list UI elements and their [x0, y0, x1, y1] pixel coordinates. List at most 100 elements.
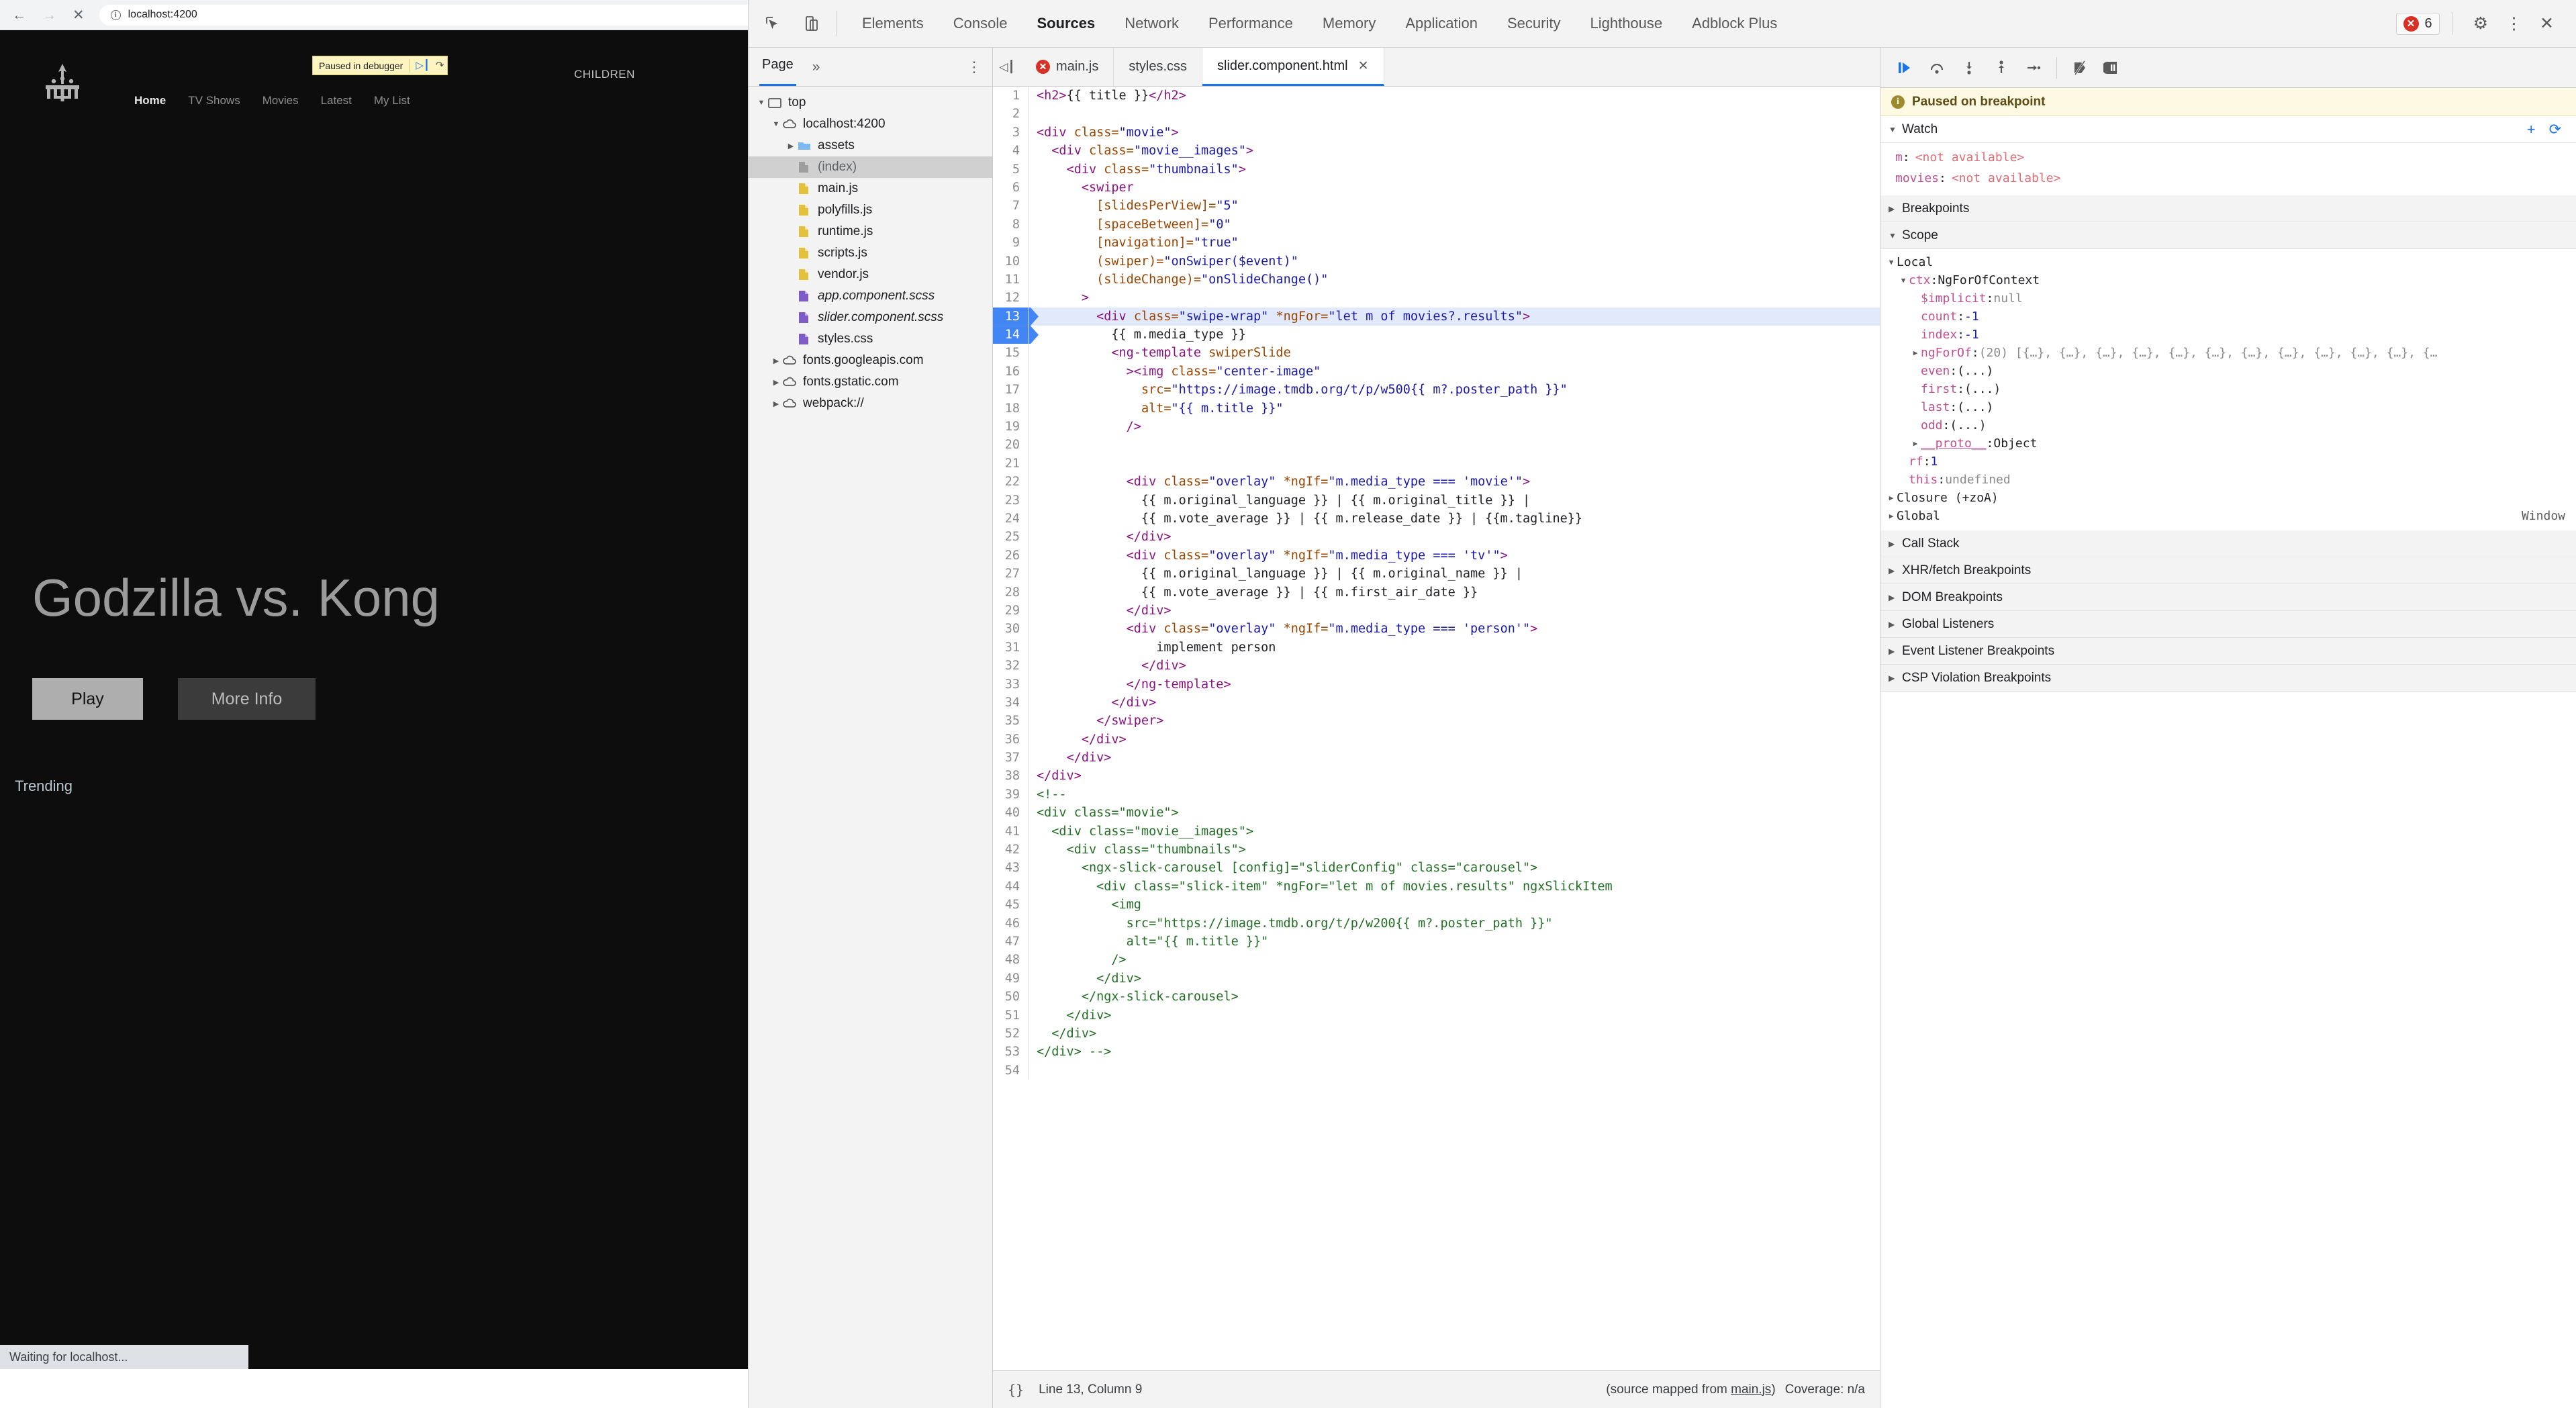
- file-tree-item-app-component-scss[interactable]: ▶app.component.scss: [749, 285, 992, 307]
- code-line[interactable]: 18 alt="{{ m.title }}": [993, 399, 1880, 418]
- line-number[interactable]: 20: [993, 436, 1028, 454]
- step-over-icon[interactable]: ↷: [436, 60, 444, 71]
- line-number[interactable]: 48: [993, 951, 1028, 969]
- tab-performance[interactable]: Performance: [1194, 0, 1308, 47]
- code-line[interactable]: 32 </div>: [993, 657, 1880, 675]
- line-number[interactable]: 38: [993, 767, 1028, 785]
- code-line[interactable]: 35 </swiper>: [993, 712, 1880, 731]
- code-line[interactable]: 22 <div class="overlay" *ngIf="m.media_t…: [993, 473, 1880, 491]
- step-into-button[interactable]: [1953, 52, 1985, 84]
- gear-icon[interactable]: ⚙: [2465, 13, 2497, 34]
- nav-item-latest[interactable]: Latest: [321, 94, 352, 107]
- line-number[interactable]: 34: [993, 694, 1028, 712]
- collapse-sidebar-icon[interactable]: ◁┃: [993, 48, 1021, 86]
- code-line[interactable]: 20: [993, 436, 1880, 455]
- chevron-right-icon[interactable]: ▶: [1910, 439, 1921, 448]
- navigator-tab-page[interactable]: Page: [759, 48, 796, 86]
- more-info-button[interactable]: More Info: [178, 678, 316, 720]
- line-number[interactable]: 16: [993, 363, 1028, 381]
- devtools-more-icon[interactable]: ⋮: [2497, 13, 2531, 34]
- code-line[interactable]: 29 </div>: [993, 601, 1880, 620]
- file-tree-item-localhost-4200[interactable]: ▼ localhost:4200: [749, 113, 992, 135]
- code-line[interactable]: 34 </div>: [993, 693, 1880, 712]
- chevron-right-icon[interactable]: ▶: [785, 142, 797, 150]
- code-line[interactable]: 7 [slidesPerView]="5": [993, 197, 1880, 216]
- line-number[interactable]: 46: [993, 914, 1028, 933]
- code-line[interactable]: 27 {{ m.original_language }} | {{ m.orig…: [993, 565, 1880, 583]
- tab-sources[interactable]: Sources: [1022, 0, 1110, 47]
- scope-row[interactable]: ▶ Global Window: [1880, 507, 2576, 525]
- code-line[interactable]: 54: [993, 1061, 1880, 1080]
- line-number[interactable]: 45: [993, 896, 1028, 914]
- close-icon[interactable]: ✕: [1358, 58, 1369, 74]
- file-tree-item-scripts-js[interactable]: ▶scripts.js: [749, 242, 992, 264]
- scope-row[interactable]: ▶ __proto__: Object: [1880, 434, 2576, 453]
- line-number[interactable]: 42: [993, 841, 1028, 859]
- code-line[interactable]: 23 {{ m.original_language }} | {{ m.orig…: [993, 491, 1880, 510]
- scope-row[interactable]: ▶$implicit: null: [1880, 289, 2576, 308]
- line-number[interactable]: 35: [993, 712, 1028, 730]
- code-line[interactable]: 11 (slideChange)="onSlideChange()": [993, 270, 1880, 289]
- scope-row[interactable]: ▶odd: (...): [1880, 416, 2576, 434]
- file-tree-item-assets[interactable]: ▶ assets: [749, 135, 992, 156]
- watch-item[interactable]: movies: <not available>: [1880, 168, 2576, 189]
- code-line[interactable]: 8 [spaceBetween]="0": [993, 215, 1880, 234]
- code-line[interactable]: 30 <div class="overlay" *ngIf="m.media_t…: [993, 620, 1880, 639]
- tab-network[interactable]: Network: [1110, 0, 1194, 47]
- stop-icon[interactable]: ✕: [73, 8, 85, 22]
- file-tree-item-webpack[interactable]: ▶ webpack://: [749, 393, 992, 414]
- chevron-down-icon[interactable]: ▼: [1886, 258, 1897, 267]
- line-number[interactable]: 54: [993, 1062, 1028, 1080]
- chevron-down-icon[interactable]: ▼: [1898, 276, 1909, 285]
- tab-elements[interactable]: Elements: [847, 0, 939, 47]
- line-number[interactable]: 37: [993, 749, 1028, 767]
- code-line[interactable]: 53 </div> -->: [993, 1043, 1880, 1062]
- line-number[interactable]: 31: [993, 639, 1028, 657]
- file-tree-item-index[interactable]: ▶(index): [749, 156, 992, 178]
- file-tree-item-styles-css[interactable]: ▶styles.css: [749, 328, 992, 350]
- scope-row[interactable]: ▶ ngForOf: (20) [{…}, {…}, {…}, {…}, {…},…: [1880, 344, 2576, 362]
- line-number[interactable]: 24: [993, 510, 1028, 528]
- line-number[interactable]: 14: [993, 326, 1028, 344]
- nav-item-movies[interactable]: Movies: [263, 94, 299, 107]
- scope-section-header[interactable]: ▼ Scope: [1880, 222, 2576, 249]
- nav-item-home[interactable]: Home: [134, 94, 166, 107]
- line-number[interactable]: 39: [993, 786, 1028, 804]
- line-number[interactable]: 13: [993, 308, 1028, 326]
- page-info-icon[interactable]: i: [110, 9, 121, 20]
- code-editor[interactable]: 1 <h2>{{ title }}</h2> 2 3 <div class="movie…: [993, 87, 1880, 1370]
- line-number[interactable]: 50: [993, 988, 1028, 1006]
- code-line[interactable]: 12 >: [993, 289, 1880, 308]
- file-tree-item-polyfills-js[interactable]: ▶polyfills.js: [749, 199, 992, 221]
- code-line[interactable]: 36 </div>: [993, 730, 1880, 749]
- code-line[interactable]: 9 [navigation]="true": [993, 234, 1880, 252]
- line-number[interactable]: 9: [993, 234, 1028, 252]
- editor-tab-slider-component-html[interactable]: slider.component.html ✕: [1202, 48, 1384, 86]
- more-tabs-icon[interactable]: »: [812, 59, 820, 75]
- resume-icon[interactable]: ▷┃: [416, 60, 430, 71]
- code-line[interactable]: 14 {{ m.media_type }}: [993, 326, 1880, 344]
- tab-security[interactable]: Security: [1492, 0, 1575, 47]
- code-line[interactable]: 15 <ng-template swiperSlide: [993, 344, 1880, 363]
- file-tree-item-top[interactable]: ▼ top: [749, 92, 992, 113]
- line-number[interactable]: 17: [993, 381, 1028, 399]
- chevron-down-icon[interactable]: ▼: [755, 99, 767, 107]
- code-line[interactable]: 4 <div class="movie__images">: [993, 142, 1880, 160]
- close-icon[interactable]: ✕: [2531, 13, 2563, 34]
- section-header-global-listeners[interactable]: ▶ Global Listeners: [1880, 611, 2576, 638]
- tab-console[interactable]: Console: [939, 0, 1022, 47]
- code-line[interactable]: 21: [993, 454, 1880, 473]
- line-number[interactable]: 29: [993, 602, 1028, 620]
- code-line[interactable]: 42 <div class="thumbnails">: [993, 841, 1880, 859]
- line-number[interactable]: 28: [993, 583, 1028, 602]
- code-line[interactable]: 52 </div>: [993, 1024, 1880, 1043]
- source-map-link[interactable]: main.js: [1731, 1382, 1771, 1397]
- code-line[interactable]: 3 <div class="movie">: [993, 123, 1880, 142]
- code-line[interactable]: 6 <swiper: [993, 178, 1880, 197]
- scope-row[interactable]: ▶first: (...): [1880, 380, 2576, 398]
- line-number[interactable]: 5: [993, 160, 1028, 179]
- line-number[interactable]: 18: [993, 400, 1028, 418]
- scope-row[interactable]: ▶this: undefined: [1880, 471, 2576, 489]
- code-line[interactable]: 40 <div class="movie">: [993, 804, 1880, 823]
- line-number[interactable]: 4: [993, 142, 1028, 160]
